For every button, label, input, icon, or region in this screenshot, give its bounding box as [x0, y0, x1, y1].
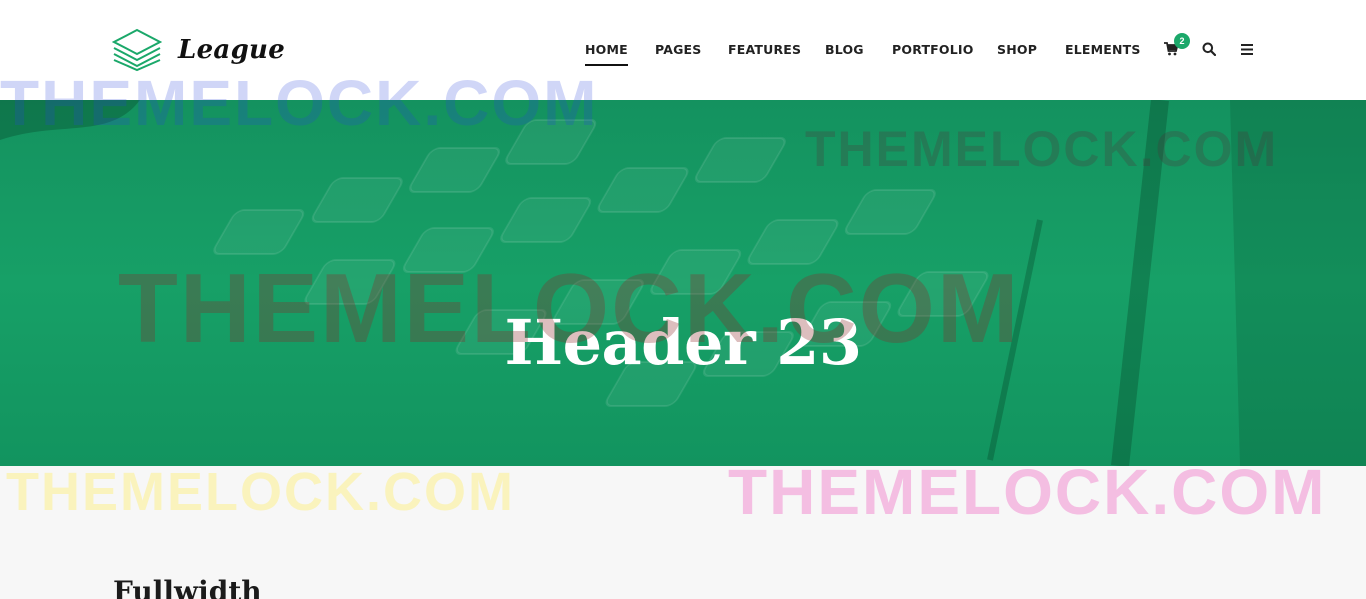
- logo-icon: [112, 28, 162, 72]
- site-header: League HOME PAGES FEATURES BLOG PORTFOLI…: [0, 0, 1366, 100]
- nav-item-portfolio[interactable]: PORTFOLIO: [892, 42, 974, 57]
- section-title: Fullwidth: [113, 575, 262, 599]
- page-title: Header 23: [504, 306, 862, 379]
- menu-icon[interactable]: [1236, 38, 1258, 60]
- nav-item-pages[interactable]: PAGES: [655, 42, 702, 57]
- nav-item-elements[interactable]: ELEMENTS: [1065, 42, 1141, 57]
- hero-banner: Header 23: [0, 100, 1366, 466]
- nav-item-home[interactable]: HOME: [585, 42, 628, 66]
- logo-link[interactable]: League: [112, 28, 285, 72]
- keyboard-background-image: [0, 100, 1366, 466]
- brand-name: League: [178, 35, 286, 65]
- search-icon[interactable]: [1198, 38, 1220, 60]
- main-content: Fullwidth: [0, 466, 1366, 599]
- nav-item-features[interactable]: FEATURES: [728, 42, 801, 57]
- nav-item-blog[interactable]: BLOG: [825, 42, 864, 57]
- cart-count-badge: 2: [1174, 33, 1190, 49]
- nav-item-shop[interactable]: SHOP: [997, 42, 1037, 57]
